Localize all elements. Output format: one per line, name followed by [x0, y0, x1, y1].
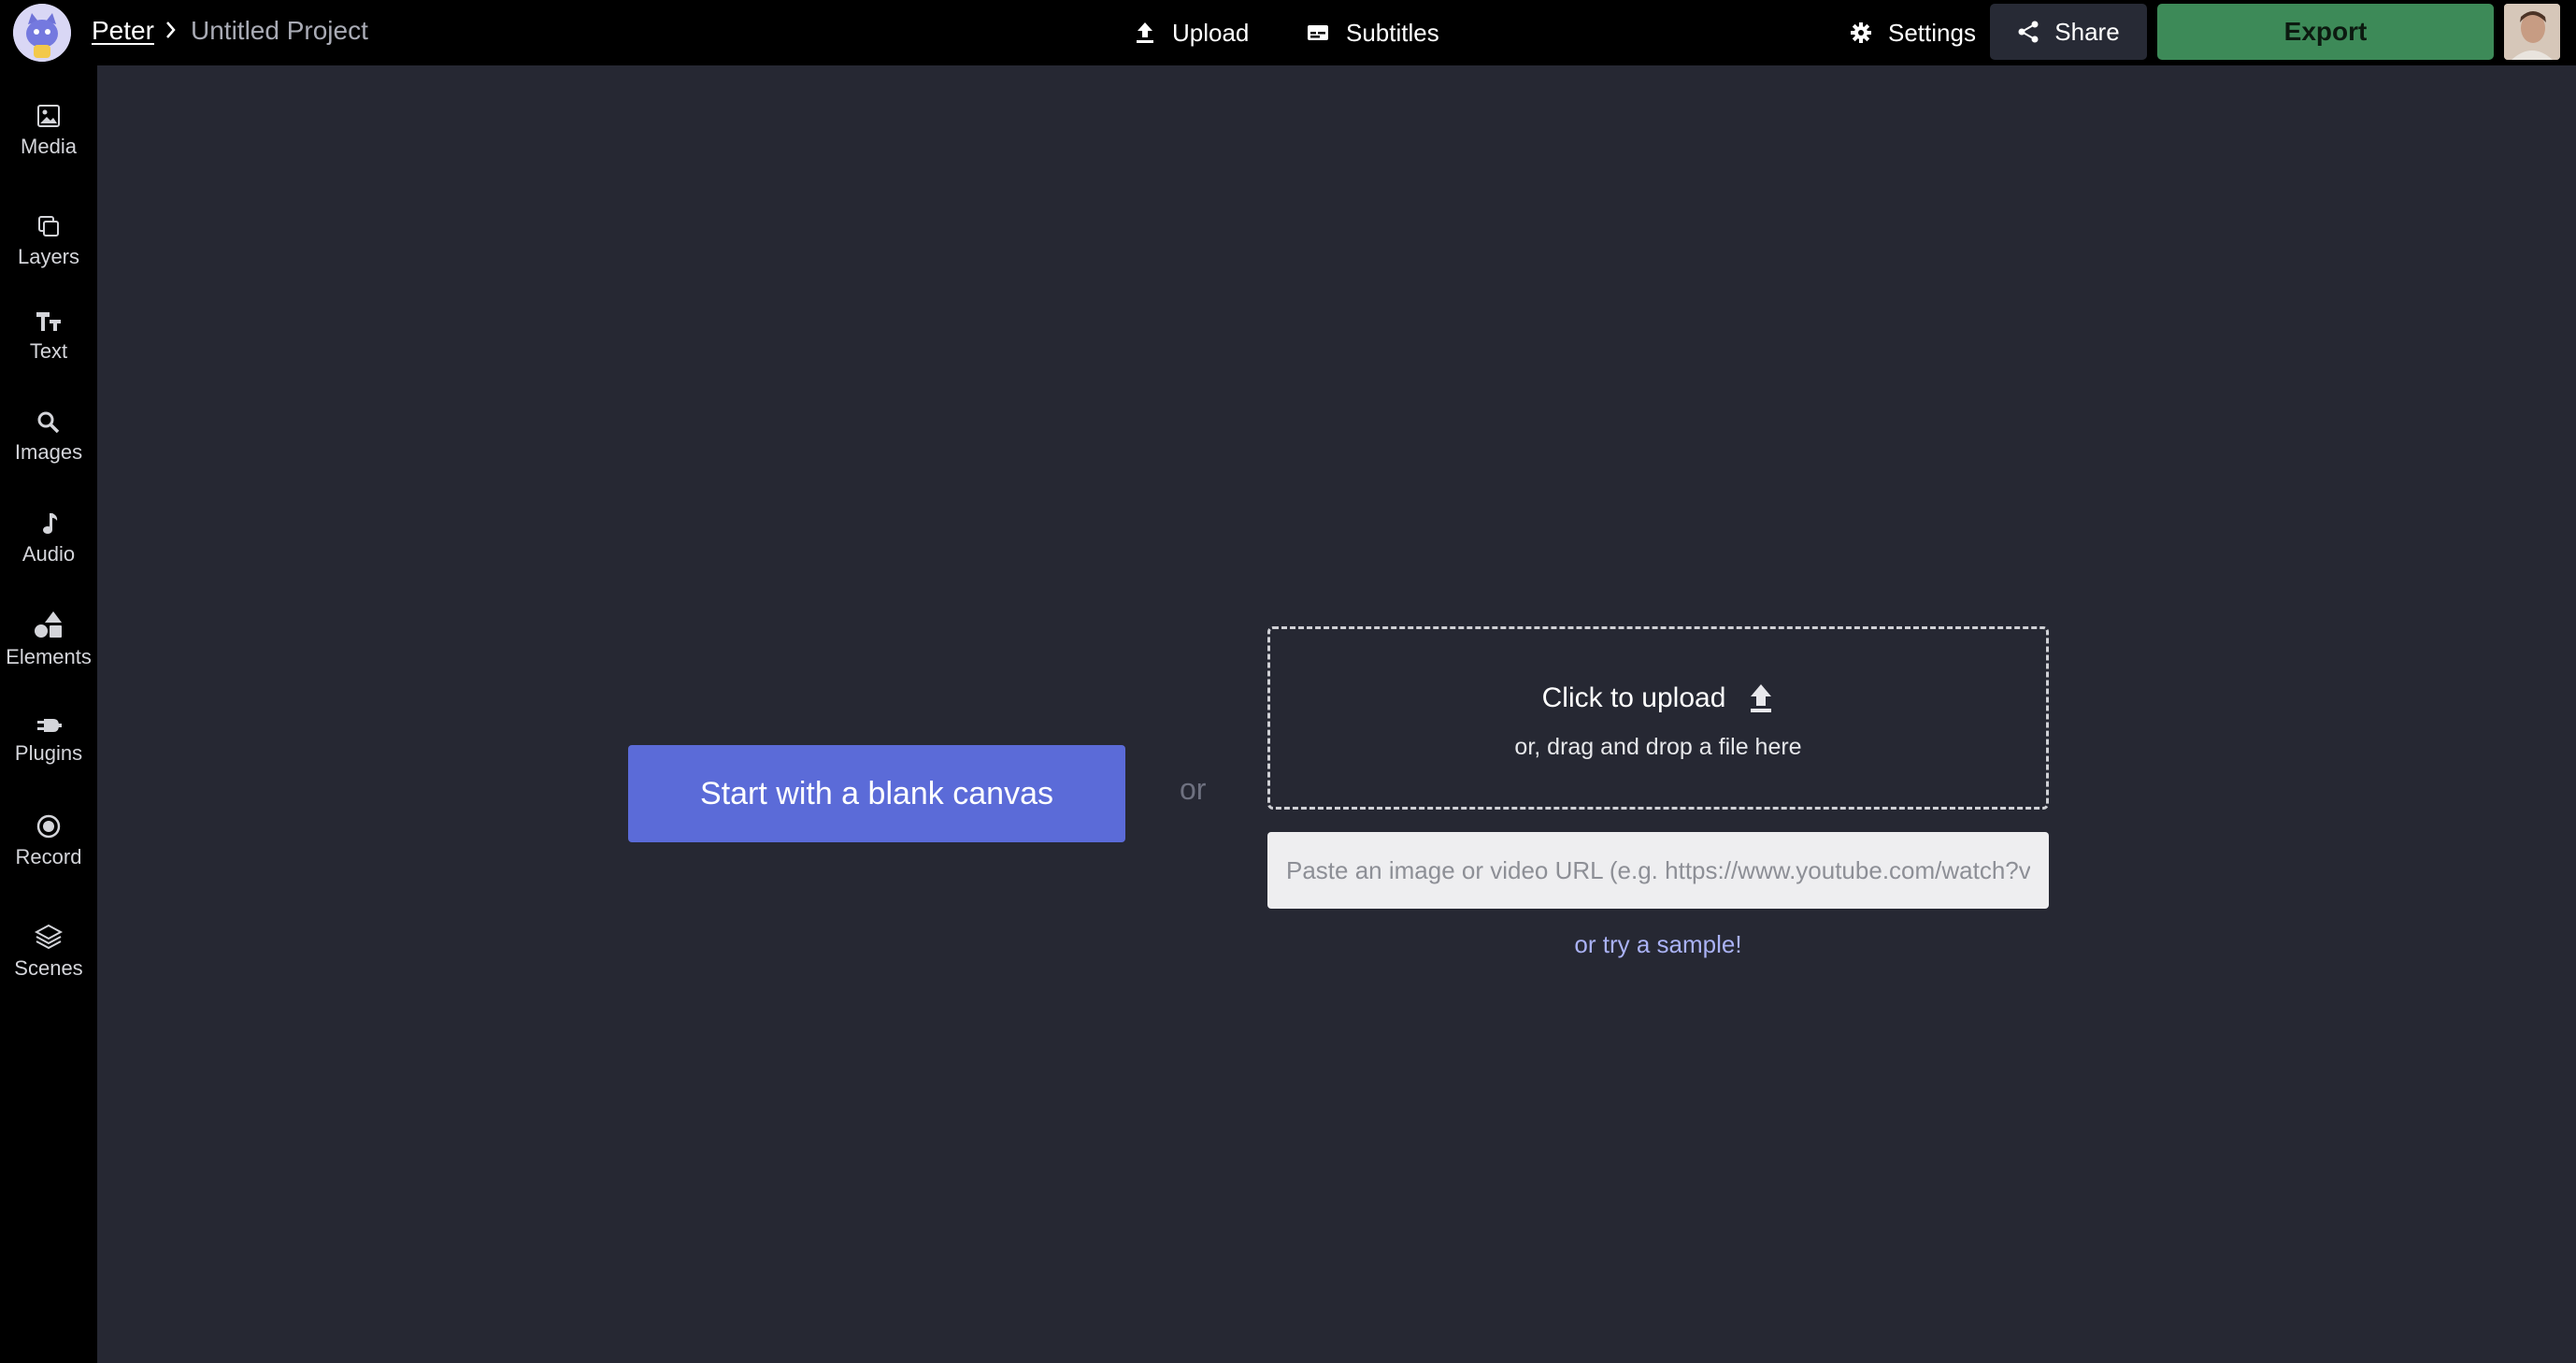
sidebar-item-label: Audio [21, 542, 76, 566]
plug-icon [37, 719, 62, 732]
sidebar-item-label: Text [29, 339, 68, 363]
upload-button[interactable]: Upload [1135, 13, 1249, 52]
sidebar-item-text[interactable]: Text [0, 294, 97, 379]
sidebar-item-images[interactable]: Images [0, 395, 97, 480]
sidebar-item-plugins[interactable]: Plugins [0, 698, 97, 782]
sidebar: Media Layers Text Images Audio Elements … [0, 65, 97, 1363]
image-icon [37, 105, 60, 127]
sidebar-item-label: Images [14, 440, 83, 464]
shapes-icon [35, 611, 62, 638]
app-logo[interactable] [13, 4, 71, 62]
upload-arrow-icon [1751, 684, 1772, 712]
sidebar-item-label: Record [15, 845, 82, 868]
upload-dropzone[interactable]: Click to upload or, drag and drop a file… [1267, 626, 2049, 810]
layers-icon [38, 216, 59, 237]
dropzone-subtitle: or, drag and drop a file here [1514, 734, 1802, 760]
dropzone-title-row: Click to upload [1270, 682, 2046, 714]
music-note-icon [43, 513, 58, 534]
sidebar-item-scenes[interactable]: Scenes [0, 910, 97, 994]
upload-label: Upload [1172, 18, 1250, 47]
share-button[interactable]: Share [1990, 4, 2147, 60]
sidebar-item-media[interactable]: Media [0, 89, 97, 173]
user-avatar[interactable] [2504, 4, 2560, 60]
subtitles-label: Subtitles [1346, 18, 1439, 47]
search-icon [37, 411, 60, 434]
url-input[interactable] [1267, 832, 2049, 909]
gear-icon [1851, 22, 1871, 43]
project-title[interactable]: Untitled Project [191, 16, 368, 46]
sidebar-item-label: Plugins [14, 741, 83, 765]
top-bar: Peter Untitled Project Upload Subtitles [0, 0, 2576, 65]
try-sample-link[interactable]: or try a sample! [1267, 930, 2049, 959]
dropzone-title: Click to upload [1541, 682, 1726, 713]
sidebar-item-label: Elements [6, 645, 92, 668]
settings-label: Settings [1888, 18, 1976, 47]
sidebar-item-label: Scenes [14, 956, 83, 980]
chevron-right-icon [166, 22, 176, 38]
blank-canvas-button[interactable]: Start with a blank canvas [628, 745, 1125, 842]
sidebar-item-elements[interactable]: Elements [0, 597, 97, 682]
text-icon [36, 312, 61, 331]
sidebar-item-layers[interactable]: Layers [0, 199, 97, 283]
subtitles-button[interactable]: Subtitles [1307, 13, 1439, 52]
sidebar-item-label: Layers [17, 245, 80, 268]
settings-button[interactable]: Settings [1851, 13, 1976, 52]
sidebar-item-label: Media [21, 135, 77, 158]
export-button[interactable]: Export [2157, 4, 2494, 60]
stack-icon [35, 924, 63, 950]
sidebar-item-record[interactable]: Record [0, 799, 97, 883]
or-separator: or [1180, 772, 1207, 806]
cat-logo-icon [13, 4, 71, 62]
share-label: Share [2054, 17, 2120, 46]
record-icon [36, 814, 61, 839]
upload-icon [1137, 22, 1153, 43]
share-icon [2018, 21, 2039, 43]
sidebar-item-audio[interactable]: Audio [0, 496, 97, 581]
breadcrumb-user[interactable]: Peter [92, 16, 154, 46]
avatar-photo-icon [2504, 4, 2560, 60]
subtitles-icon [1308, 25, 1328, 40]
